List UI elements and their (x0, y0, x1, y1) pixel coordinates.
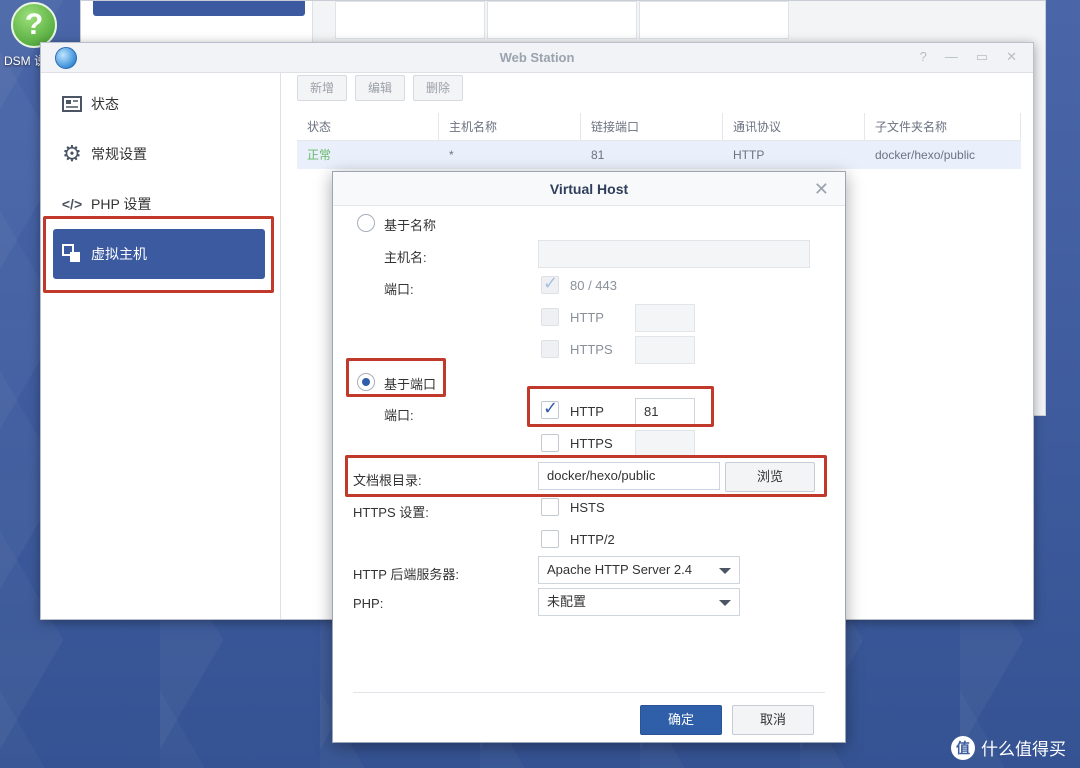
backend-select[interactable]: Apache HTTP Server 2.4 (538, 556, 740, 584)
hsts-label: HSTS (570, 500, 605, 515)
code-icon: </> (61, 196, 83, 212)
gear-icon: ⚙ (62, 141, 82, 166)
chevron-down-icon (719, 568, 731, 574)
name-based-radio[interactable] (357, 214, 375, 232)
add-button[interactable]: 新增 (297, 75, 348, 101)
dialog-title: Virtual Host (549, 181, 629, 197)
browse-button[interactable]: 浏览 (725, 462, 815, 492)
http-port-input[interactable]: 81 (635, 398, 695, 426)
window-titlebar[interactable]: Web Station ? — ▭ ✕ (41, 43, 1033, 73)
port-http-checkbox[interactable]: ✓ (541, 398, 559, 419)
port-https-checkbox[interactable] (541, 434, 559, 452)
virtual-host-dialog: Virtual Host ✕ 基于名称 主机名: 端口: ✓ 80 / 443 … (332, 171, 846, 743)
name-http-checkbox[interactable] (541, 308, 559, 326)
php-selected-value: 未配置 (547, 594, 587, 609)
watermark-logo-icon: 值 (951, 735, 975, 760)
https-settings-label: HTTPS 设置: (353, 505, 429, 520)
delete-button[interactable]: 删除 (413, 75, 464, 101)
hsts-checkbox[interactable] (541, 498, 559, 516)
close-icon[interactable]: ✕ (814, 172, 829, 206)
php-label: PHP: (353, 596, 384, 611)
hostname-input[interactable] (538, 240, 810, 268)
column-header[interactable]: 子文件夹名称 (865, 113, 1021, 140)
minimize-icon[interactable]: — (945, 49, 958, 65)
table-cell: 81 (591, 148, 605, 162)
php-select[interactable]: 未配置 (538, 588, 740, 616)
virtual-host-table: 状态 主机名称 链接端口 通讯协议 子文件夹名称 正常 * 81 HTTP do… (297, 113, 1021, 169)
sidebar-item-label: 状态 (91, 96, 119, 112)
ok-button[interactable]: 确定 (640, 705, 722, 735)
table-cell: HTTP (733, 148, 765, 162)
port-http-label: HTTP (570, 404, 604, 419)
port-80-443-checkbox[interactable]: ✓ (541, 273, 559, 294)
sidebar-item-status[interactable]: 状态 (53, 79, 265, 129)
port-based-radio[interactable] (357, 373, 375, 391)
name-http-port-input[interactable] (635, 304, 695, 332)
port-label: 端口: (384, 408, 414, 423)
table-cell: * (449, 148, 454, 162)
sidebar: 状态 ⚙ 常规设置 </> PHP 设置 虚拟主机 (41, 73, 281, 619)
docroot-label: 文档根目录: (353, 473, 422, 488)
dialog-titlebar[interactable]: Virtual Host ✕ (333, 172, 845, 206)
backend-selected-value: Apache HTTP Server 2.4 (547, 562, 692, 577)
toolbar: 新增 编辑 删除 (297, 75, 464, 101)
window-title: Web Station (499, 50, 575, 65)
background-card (487, 1, 637, 39)
name-based-label: 基于名称 (384, 218, 437, 233)
sidebar-item-virtual-host[interactable]: 虚拟主机 (53, 229, 265, 279)
column-header[interactable]: 主机名称 (439, 113, 581, 140)
cancel-button[interactable]: 取消 (732, 705, 814, 735)
background-card (335, 1, 485, 39)
column-header[interactable]: 通讯协议 (723, 113, 865, 140)
background-card (639, 1, 789, 39)
edit-button[interactable]: 编辑 (355, 75, 406, 101)
https-port-input[interactable] (635, 430, 695, 458)
table-row[interactable]: 正常 * 81 HTTP docker/hexo/public (297, 141, 1021, 169)
column-header[interactable]: 链接端口 (581, 113, 723, 140)
close-icon[interactable]: ✕ (1006, 49, 1017, 65)
backend-label: HTTP 后端服务器: (353, 567, 459, 582)
name-http-label: HTTP (570, 310, 604, 325)
sidebar-item-label: 常规设置 (91, 146, 147, 162)
column-header[interactable]: 状态 (297, 113, 439, 140)
sidebar-item-label: PHP 设置 (91, 196, 152, 212)
name-https-port-input[interactable] (635, 336, 695, 364)
port-based-label: 基于端口 (384, 377, 437, 392)
background-selected-item (93, 1, 305, 16)
port-label: 端口: (384, 282, 414, 297)
help-icon[interactable]: ? (920, 49, 927, 65)
name-https-label: HTTPS (570, 342, 613, 357)
watermark-text: 什么值得买 (981, 740, 1066, 759)
name-https-checkbox[interactable] (541, 340, 559, 358)
table-header: 状态 主机名称 链接端口 通讯协议 子文件夹名称 (297, 113, 1021, 141)
hostname-label: 主机名: (384, 250, 427, 265)
watermark: 值 什么值得买 (951, 735, 1066, 760)
sidebar-item-php[interactable]: </> PHP 设置 (53, 179, 265, 229)
http2-label: HTTP/2 (570, 532, 615, 547)
virtual-host-icon (61, 243, 83, 265)
table-cell: docker/hexo/public (875, 148, 976, 162)
table-cell: 正常 (307, 148, 332, 162)
port-80-443-label: 80 / 443 (570, 278, 617, 293)
http2-checkbox[interactable] (541, 530, 559, 548)
sidebar-item-general[interactable]: ⚙ 常规设置 (53, 129, 265, 179)
maximize-icon[interactable]: ▭ (976, 49, 988, 65)
status-icon (61, 93, 83, 115)
sidebar-item-label: 虚拟主机 (91, 246, 147, 262)
chevron-down-icon (719, 600, 731, 606)
docroot-input[interactable]: docker/hexo/public (538, 462, 720, 490)
dialog-divider (353, 692, 825, 693)
port-https-label: HTTPS (570, 436, 613, 451)
